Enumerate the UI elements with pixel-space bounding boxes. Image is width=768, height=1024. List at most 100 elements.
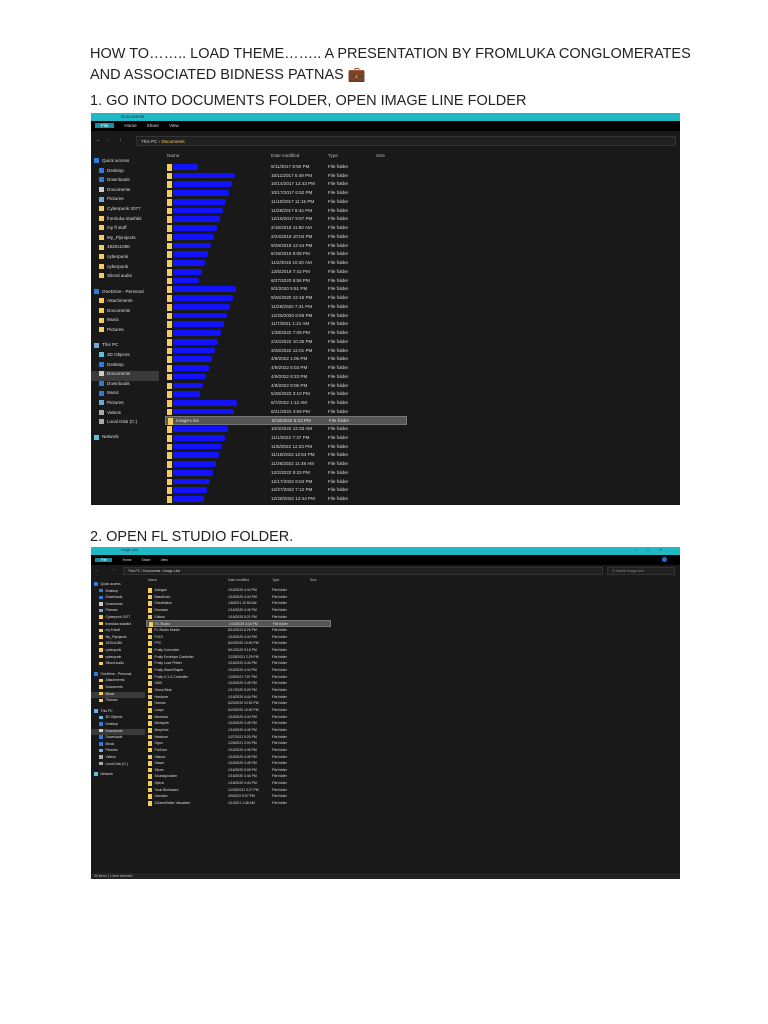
file-row[interactable]: Harmor 6/20/2020 10:50 PM File folder (146, 700, 331, 707)
sidebar-item[interactable]: 3D Objects (91, 352, 159, 362)
sidebar-item[interactable]: My_Flprojects (91, 235, 159, 245)
column-size[interactable]: Size (376, 153, 385, 158)
sidebar-item[interactable]: Attachments (91, 678, 145, 685)
file-row[interactable]: Toxic Biohazard 12/25/2021 3:27 PM File fo… (146, 787, 331, 794)
file-row[interactable]: 8/19/2019 8:08 PM File folder (165, 250, 407, 259)
file-row[interactable]: Ogun 1/25/2021 3:04 PM File folder (146, 740, 331, 747)
file-row[interactable]: 12/2/2022 9:33 PM File folder (165, 469, 407, 478)
file-row[interactable]: Slicex 1/16/2020 5:08 PM File folder (146, 767, 331, 774)
file-row[interactable]: Drumaxx 1/16/2020 4:45 PM File folder (146, 607, 331, 614)
file-row[interactable]: 11/1/2022 7:37 PM File folder (165, 434, 407, 443)
column-type[interactable]: Type (328, 153, 338, 158)
breadcrumb-this-pc[interactable]: This PC (128, 569, 140, 573)
file-row[interactable]: 2/22/2022 10:35 PM File folder (165, 338, 407, 347)
forward-arrow-icon[interactable]: → (106, 137, 111, 142)
sidebar-item[interactable]: Documents (91, 728, 145, 736)
column-date-modified[interactable]: Date modified (271, 153, 299, 158)
breadcrumb-image-line[interactable]: Image-Line (163, 569, 180, 573)
sidebar-item[interactable]: Documents (91, 685, 145, 692)
file-row[interactable]: Minisynth 1/16/2020 4:45 PM File folder (146, 720, 331, 727)
sidebar-item[interactable]: Sliced audio (91, 661, 145, 668)
file-row[interactable]: 4/9/2022 9:06 PM File folder (165, 382, 407, 391)
file-row[interactable]: 11/28/2017 9:44 PM File folder (165, 207, 407, 216)
file-row[interactable]: FPC 6/20/2020 10:50 PM File folder (146, 640, 331, 647)
file-row[interactable]: 12/28/2022 12:44 PM File folder (165, 495, 407, 504)
sidebar-item[interactable]: Downloads (91, 595, 145, 602)
file-row[interactable]: 11/7/2021 1:21 AM File folder (165, 320, 407, 329)
column-type[interactable]: Type (272, 578, 279, 582)
file-row[interactable]: 1/28/2022 7:08 PM File folder (165, 329, 407, 338)
sidebar-item[interactable]: Pictures (91, 327, 159, 337)
sidebar-item[interactable]: OneDrive - Personal (91, 672, 145, 679)
sidebar-item[interactable]: Quick access (91, 158, 159, 168)
file-row[interactable]: Newtone 1/27/2021 5:25 PM File folder (146, 734, 331, 741)
sidebar-item[interactable]: cyberpunk (91, 254, 159, 264)
sidebar-item[interactable]: Desktop (91, 589, 145, 596)
back-arrow-icon[interactable]: ← (96, 137, 101, 142)
file-row[interactable]: 11/2/2019 10:20 AM File folder (165, 259, 407, 268)
search-box[interactable]: ⚲ Search Image-Line (607, 567, 675, 575)
sidebar-item[interactable]: Sliced audio (91, 273, 159, 283)
file-row[interactable]: FLEX 1/16/2020 4:44 PM File folder (146, 634, 331, 641)
file-row[interactable]: 6/27/2020 6:58 PM File folder (165, 277, 407, 286)
file-row[interactable]: Fruity X-Y-Z Controller 1/26/2021 7:57 PM… (146, 674, 331, 681)
sidebar-item[interactable]: cyberpunk (91, 648, 145, 655)
file-row[interactable]: Hardcore 1/16/2020 4:44 PM File folder (146, 694, 331, 701)
sidebar-item[interactable]: 1920x1080 (91, 244, 159, 254)
file-row[interactable]: Gross Beat 1/17/2020 5:25 PM File folder (146, 687, 331, 694)
sidebar-item[interactable]: This PC (91, 709, 145, 716)
file-row[interactable]: GMS 1/16/2020 4:45 PM File folder (146, 680, 331, 687)
ribbon-tab-home[interactable]: Home (124, 123, 136, 128)
file-row[interactable]: 3/26/2022 12:01 PM File folder (165, 347, 407, 356)
sidebar-item[interactable]: Documents (91, 308, 159, 318)
ribbon-tab-share[interactable]: Share (147, 123, 159, 128)
ribbon-tab-view[interactable]: View (169, 123, 179, 128)
column-name[interactable]: Name (148, 578, 157, 582)
file-row[interactable]: 11/18/2022 12:54 PM File folder (165, 451, 407, 460)
file-row[interactable]: 11/29/2020 7:41 PM File folder (165, 303, 407, 312)
file-row[interactable]: 4/9/2022 8:03 PM File folder (165, 364, 407, 373)
sidebar-item[interactable]: my fl stuff (91, 628, 145, 635)
sidebar-item[interactable]: This PC (91, 342, 159, 352)
sidebar-item[interactable]: Desktop (91, 722, 145, 729)
back-arrow-icon[interactable]: ← (95, 568, 98, 572)
file-row[interactable]: 12/16/2017 9:57 PM File folder (165, 215, 407, 224)
file-row[interactable]: Autogun 1/16/2020 4:44 PM File folder (146, 587, 331, 594)
sidebar-item[interactable]: Music (91, 317, 159, 327)
breadcrumb-this-pc[interactable]: This PC (141, 139, 157, 144)
sidebar-item[interactable]: Videos (91, 755, 145, 762)
file-row[interactable]: ZGameEditor Visualizer 1/1/2021 1:46 AM Fi… (146, 800, 331, 807)
column-name[interactable]: Name (167, 153, 179, 158)
file-row[interactable]: PoiZone 1/16/2020 4:45 PM File folder (146, 747, 331, 754)
file-row[interactable]: Maximus 1/16/2020 4:44 PM File folder (146, 714, 331, 721)
sidebar-item[interactable]: Downloads (91, 381, 159, 391)
file-row[interactable]: 8/21/2022 4:59 PM File folder (165, 408, 407, 417)
sidebar-item[interactable]: Network (91, 772, 145, 779)
file-row[interactable]: Edison 1/16/2020 5:21 PM File folder (146, 614, 331, 621)
file-row[interactable]: Morphine 1/16/2020 4:45 PM File folder (146, 727, 331, 734)
file-row[interactable]: Sawer 1/16/2020 4:45 PM File folder (146, 760, 331, 767)
file-row[interactable]: Soundgoodizer 1/16/2020 4:44 PM File folde… (146, 773, 331, 780)
address-bar[interactable]: This PC › Documents (136, 136, 676, 146)
sidebar-item[interactable]: Network (91, 434, 159, 444)
file-row[interactable]: Fruity Love Philter 1/16/2020 4:44 PM File… (146, 660, 331, 667)
file-row[interactable]: 2/18/2018 11:50 AM File folder (165, 224, 407, 233)
sidebar-item[interactable]: Music (91, 691, 145, 699)
file-row[interactable]: Fruity Envelope Controller 12/25/2021 2:2… (146, 654, 331, 661)
file-row[interactable]: Vocodex 4/9/2022 9:07 PM File folder (146, 793, 331, 800)
file-row[interactable]: 10/3/2022 12:33 AM File folder (165, 425, 407, 434)
sidebar-item[interactable]: Pictures (91, 748, 145, 755)
file-row[interactable]: 12/25/2020 6:59 PM File folder (165, 312, 407, 321)
breadcrumb-documents[interactable]: Documents (143, 569, 160, 573)
ribbon-tab-file[interactable]: File (95, 123, 115, 128)
sidebar-item[interactable]: Local Disk (C:) (91, 762, 145, 769)
sidebar-item[interactable]: Documents (91, 187, 159, 197)
file-row[interactable]: 11/26/2022 11:48 AM File folder (165, 460, 407, 469)
file-row[interactable]: Sytrus 1/16/2020 4:44 PM File folder (146, 780, 331, 787)
file-row[interactable]: 9/2/2020 5:51 PM File folder (165, 285, 407, 294)
file-row[interactable]: DirectWave 1/8/2021 12:50 AM File folder (146, 600, 331, 607)
sidebar-item[interactable]: Desktop (91, 168, 159, 178)
file-row[interactable]: FL Studio Mobile 8/10/2022 6:26 PM File fo… (146, 627, 331, 634)
file-row[interactable]: BassDrum 1/16/2020 4:44 PM File folder (146, 594, 331, 601)
sidebar-item[interactable]: Desktop (91, 362, 159, 372)
